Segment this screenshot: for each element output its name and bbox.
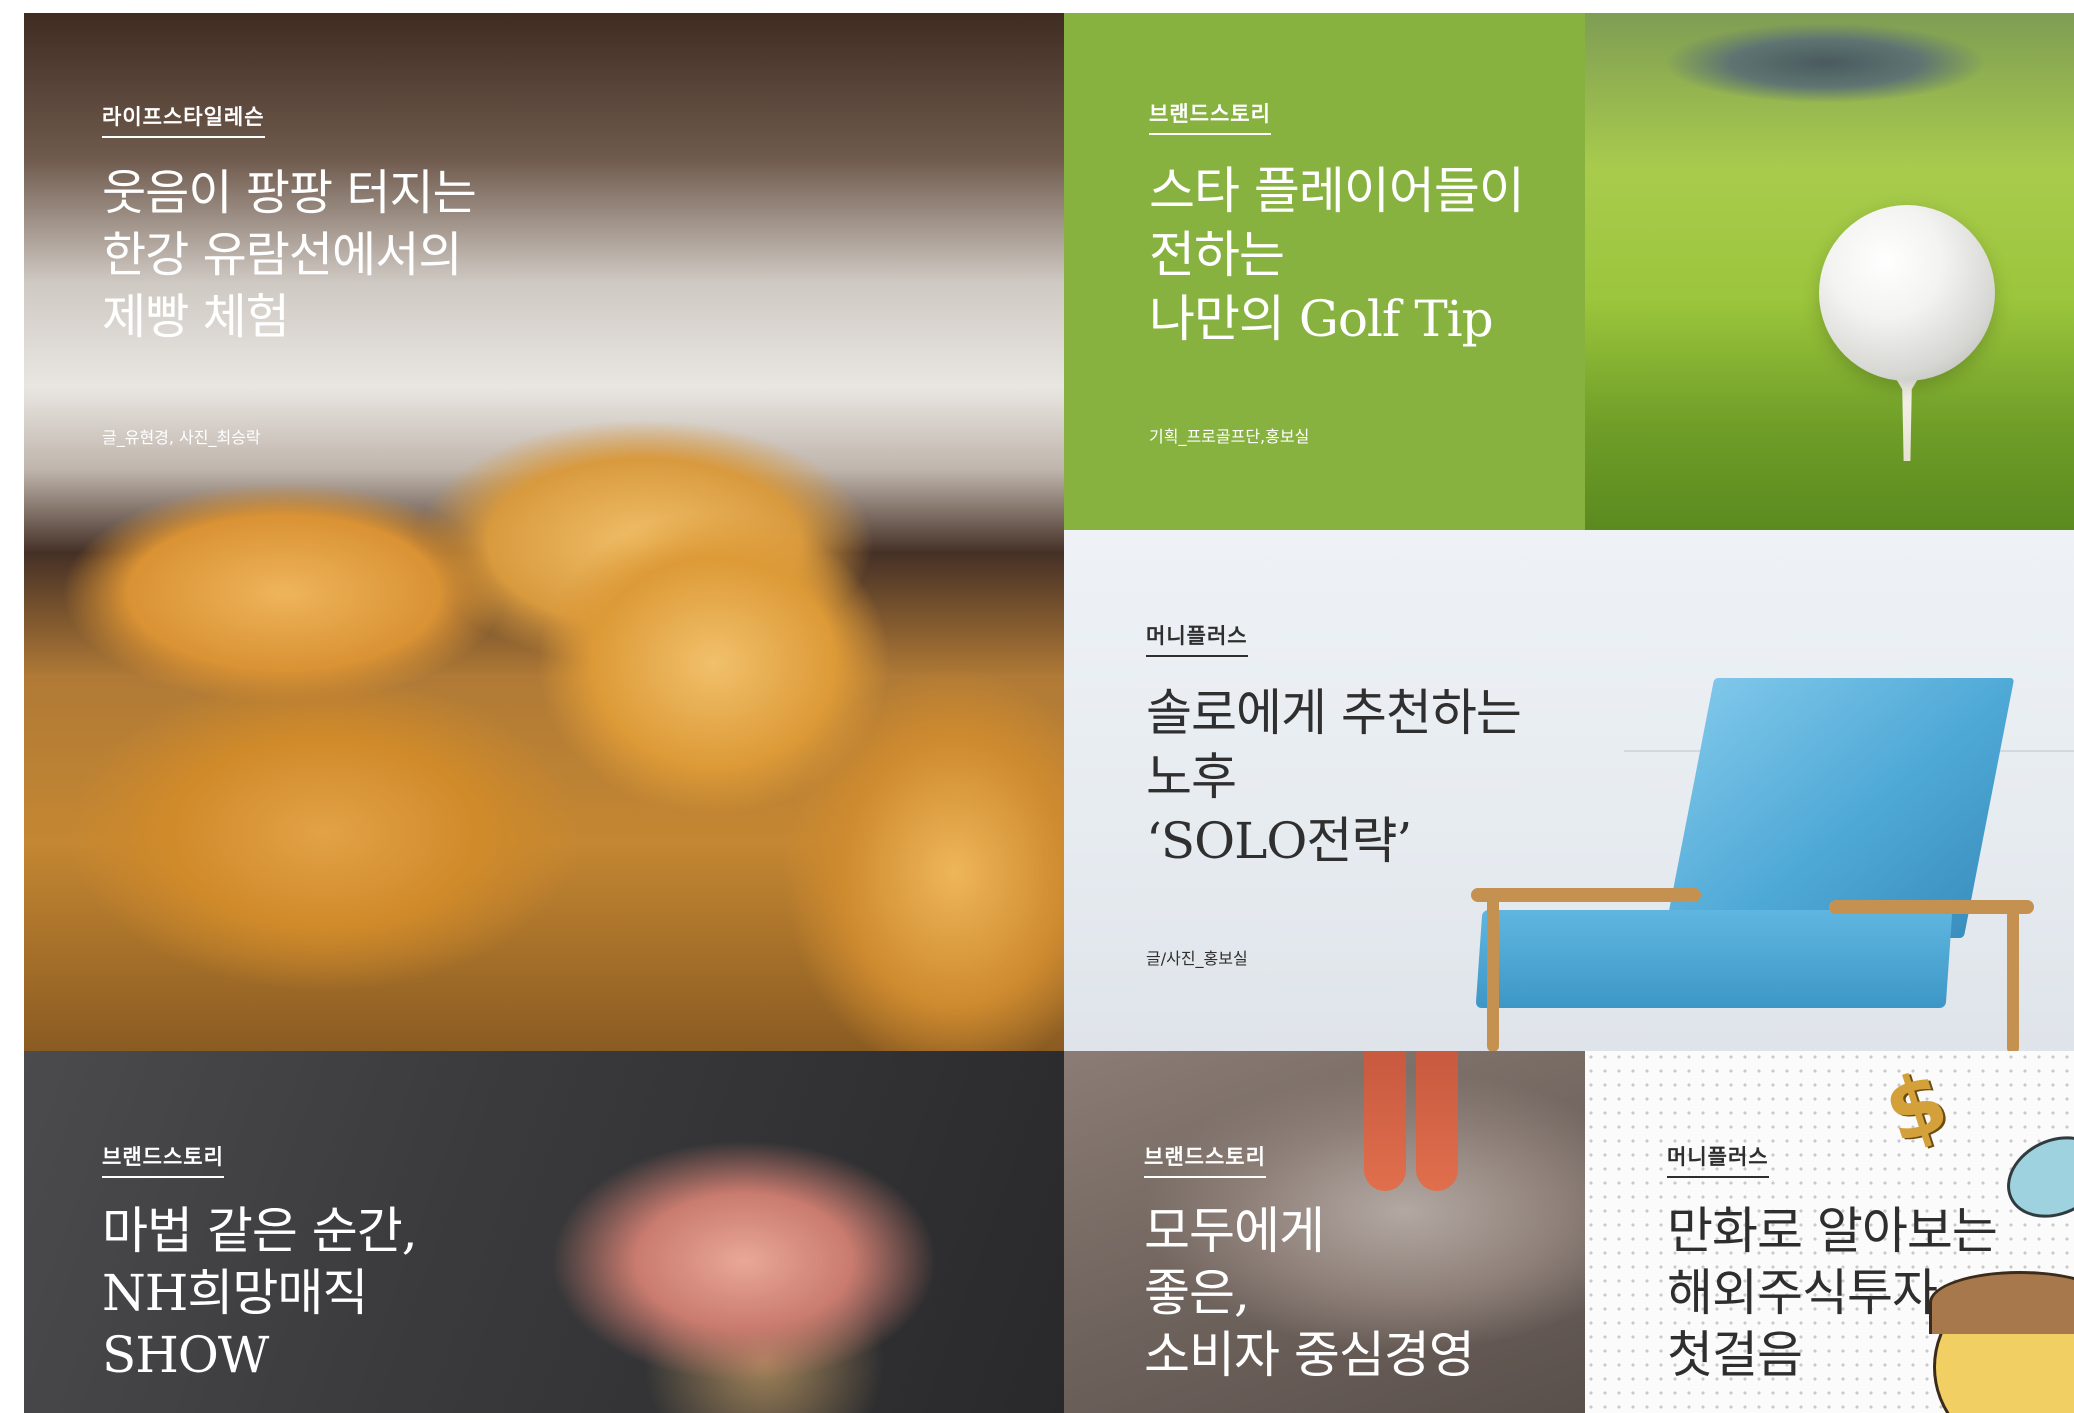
- article-text-solo: 머니플러스 솔로에게 추천하는 노후 ‘SOLO전략’ 글/사진_홍보실: [1146, 620, 1522, 969]
- category-label: 머니플러스: [1667, 1141, 1769, 1178]
- headline-line: 좋은,: [1144, 1264, 1250, 1322]
- headline-line: 솔로에게 추천하는: [1146, 684, 1522, 742]
- article-credit: 기획_프로골프단,홍보실: [1149, 427, 1310, 446]
- armchair-icon: [1459, 678, 2059, 1051]
- headline-line: 스타 플레이어들이: [1149, 162, 1525, 220]
- category-label: 라이프스타일레슨: [102, 101, 265, 138]
- category-label: 브랜드스토리: [1144, 1141, 1266, 1178]
- article-text-comic: 머니플러스 만화로 알아보는 해외주식투자 첫걸음: [1667, 1141, 1998, 1386]
- article-text-magic: 브랜드스토리 마법 같은 순간, NH희망매직 SHOW: [102, 1141, 418, 1386]
- headline-line: 전하는: [1149, 226, 1285, 284]
- article-credit: 글_유현경, 사진_최승락: [102, 428, 261, 447]
- headline-line: SHOW: [102, 1326, 269, 1384]
- article-tile-bread[interactable]: 라이프스타일레슨 웃음이 팡팡 터지는 한강 유람선에서의 제빵 체험 글_유현…: [24, 13, 1064, 1051]
- article-text-consumer: 브랜드스토리 모두에게 좋은, 소비자 중심경영: [1144, 1141, 1475, 1386]
- headline-line: 마법 같은 순간,: [102, 1202, 418, 1260]
- article-headline: 스타 플레이어들이 전하는 나만의 Golf Tip: [1149, 159, 1525, 351]
- headline-line: 첫걸음: [1667, 1326, 1803, 1384]
- headline-line: 모두에게: [1144, 1202, 1325, 1260]
- article-text-bread: 라이프스타일레슨 웃음이 팡팡 터지는 한강 유람선에서의 제빵 체험 글_유현…: [102, 101, 477, 448]
- headline-line: NH희망매직: [102, 1264, 368, 1322]
- article-tile-comic[interactable]: $ 머니플러스 만화로 알아보는 해외주식투자 첫걸음: [1585, 1051, 2074, 1413]
- golf-tee-icon: [1890, 369, 1924, 461]
- headline-line: 만화로 알아보는: [1667, 1202, 1998, 1260]
- article-headline: 마법 같은 순간, NH희망매직 SHOW: [102, 1200, 418, 1386]
- article-tile-magic[interactable]: 브랜드스토리 마법 같은 순간, NH희망매직 SHOW: [24, 1051, 1064, 1413]
- golf-ball-icon: [1819, 205, 1995, 381]
- chair-arm-right: [1829, 900, 2034, 914]
- article-headline: 솔로에게 추천하는 노후 ‘SOLO전략’: [1146, 681, 1522, 873]
- headline-line: 한강 유람선에서의: [102, 227, 463, 283]
- article-text-golf: 브랜드스토리 스타 플레이어들이 전하는 나만의 Golf Tip 기획_프로골…: [1149, 98, 1525, 447]
- chair-seat: [1475, 910, 1953, 1008]
- headline-line: 나만의 Golf Tip: [1149, 290, 1494, 348]
- coin-icon: [1993, 1121, 2074, 1233]
- chair-leg: [2007, 904, 2019, 1051]
- article-tile-solo[interactable]: 머니플러스 솔로에게 추천하는 노후 ‘SOLO전략’ 글/사진_홍보실: [1064, 530, 2074, 1051]
- article-headline: 웃음이 팡팡 터지는 한강 유람선에서의 제빵 체험: [102, 162, 477, 348]
- category-label: 머니플러스: [1146, 620, 1248, 657]
- headline-line: 노후: [1146, 748, 1237, 806]
- headline-line: 해외주식투자: [1667, 1264, 1938, 1322]
- article-headline: 만화로 알아보는 해외주식투자 첫걸음: [1667, 1200, 1998, 1386]
- chair-back: [1663, 678, 2015, 938]
- article-credit: 글/사진_홍보실: [1146, 949, 1248, 968]
- category-label: 브랜드스토리: [1149, 98, 1271, 135]
- category-label: 브랜드스토리: [102, 1141, 224, 1178]
- headline-line: 제빵 체험: [102, 289, 290, 345]
- headline-line: 웃음이 팡팡 터지는: [102, 165, 477, 221]
- golf-photo[interactable]: [1585, 13, 2074, 530]
- article-tile-consumer[interactable]: 브랜드스토리 모두에게 좋은, 소비자 중심경영: [1064, 1051, 1585, 1413]
- article-tile-golf[interactable]: 브랜드스토리 스타 플레이어들이 전하는 나만의 Golf Tip 기획_프로골…: [1064, 13, 1585, 530]
- headline-line: ‘SOLO전략’: [1146, 812, 1412, 870]
- magazine-grid: 라이프스타일레슨 웃음이 팡팡 터지는 한강 유람선에서의 제빵 체험 글_유현…: [24, 13, 2074, 1413]
- article-headline: 모두에게 좋은, 소비자 중심경영: [1144, 1200, 1475, 1386]
- headline-line: 소비자 중심경영: [1144, 1326, 1475, 1384]
